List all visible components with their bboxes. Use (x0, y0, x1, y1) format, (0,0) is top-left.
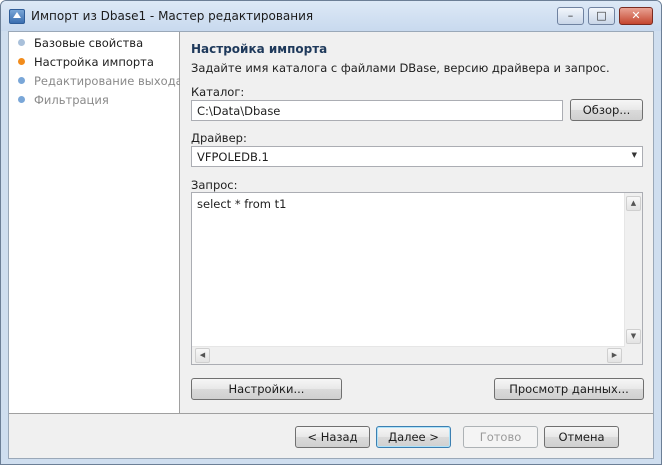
maximize-button[interactable]: □ (588, 7, 615, 25)
query-text: select * from t1 (197, 197, 287, 211)
dialog-client-area: Базовые свойства Настройка импорта Редак… (8, 31, 654, 459)
step-label: Редактирование выхода (34, 74, 183, 88)
catalog-value: C:\Data\Dbase (197, 104, 281, 118)
chevron-down-icon[interactable]: ▼ (632, 151, 637, 159)
step-label: Настройка импорта (34, 55, 154, 69)
footer-divider (9, 413, 653, 414)
cancel-button[interactable]: Отмена (544, 426, 619, 448)
step-dot (18, 58, 25, 65)
step-dot (18, 77, 25, 84)
finish-button[interactable]: Готово (463, 426, 538, 448)
step-dot (18, 96, 25, 103)
close-button[interactable]: ✕ (619, 7, 653, 25)
step-label: Фильтрация (34, 93, 109, 107)
title-bar[interactable]: Импорт из Dbase1 - Мастер редактирования… (1, 1, 661, 31)
next-button[interactable]: Далее > (376, 426, 451, 448)
wizard-window: Импорт из Dbase1 - Мастер редактирования… (0, 0, 662, 465)
scroll-down-icon[interactable]: ▼ (626, 329, 641, 344)
step-dot (18, 39, 25, 46)
catalog-input[interactable]: C:\Data\Dbase (191, 100, 563, 121)
window-title: Импорт из Dbase1 - Мастер редактирования (31, 9, 314, 23)
steps-panel: Базовые свойства Настройка импорта Редак… (9, 32, 183, 413)
minimize-button[interactable]: – (557, 7, 584, 25)
query-textarea[interactable]: select * from t1 ▲ ▼ ◀ ▶ (191, 192, 643, 365)
scrollbar-corner (625, 347, 642, 364)
step-label: Базовые свойства (34, 36, 144, 50)
driver-select[interactable]: VFPOLEDB.1 ▼ (191, 146, 643, 167)
browse-button[interactable]: Обзор... (570, 99, 643, 121)
preview-data-button[interactable]: Просмотр данных... (494, 378, 644, 400)
app-icon (9, 9, 25, 24)
catalog-label: Каталог: (191, 85, 245, 99)
scroll-right-icon[interactable]: ▶ (607, 348, 622, 363)
driver-value: VFPOLEDB.1 (197, 150, 269, 164)
driver-label: Драйвер: (191, 131, 247, 145)
scroll-up-icon[interactable]: ▲ (626, 196, 641, 211)
back-button[interactable]: < Назад (295, 426, 370, 448)
scroll-left-icon[interactable]: ◀ (195, 348, 210, 363)
section-title: Настройка импорта (191, 42, 328, 56)
settings-panel: Настройка импорта Задайте имя каталога с… (180, 32, 653, 413)
query-vertical-scrollbar[interactable]: ▲ ▼ (624, 193, 642, 347)
query-label: Запрос: (191, 178, 238, 192)
settings-button[interactable]: Настройки... (191, 378, 342, 400)
query-horizontal-scrollbar[interactable]: ◀ ▶ (192, 346, 625, 364)
section-description: Задайте имя каталога с файлами DBase, ве… (191, 61, 610, 75)
